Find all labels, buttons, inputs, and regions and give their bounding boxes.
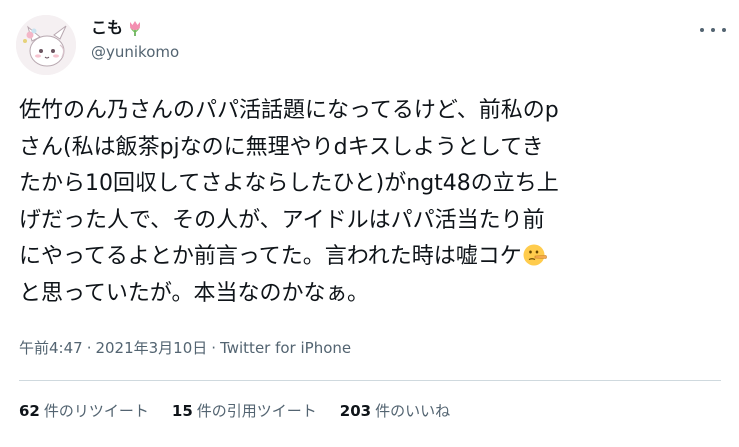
- tweet-text-line: たから10回収してさよならしたひと)がngt48の立ち上: [19, 171, 559, 196]
- user-name-block[interactable]: こも @yunikomo: [91, 17, 179, 62]
- tweet-date[interactable]: 2021年3月10日: [95, 339, 207, 357]
- likes-label: 件のいいね: [375, 402, 451, 420]
- tweet-meta: 午前4:47 · 2021年3月10日 · Twitter for iPhone: [19, 338, 351, 358]
- tweet-time[interactable]: 午前4:47: [19, 339, 83, 357]
- dot: [722, 28, 726, 32]
- tweet-text-line: げだった人で、その人が、アイドルはパパ活当たり前: [19, 207, 545, 233]
- user-handle[interactable]: @yunikomo: [91, 42, 179, 62]
- meta-separator: ·: [86, 339, 92, 357]
- tweet-text-line: 佐竹のん乃さんのパパ活話題になってるけど、前私のp: [19, 98, 559, 123]
- quote-tweets-label: 件の引用ツイート: [196, 402, 317, 420]
- more-options-icon[interactable]: [700, 20, 726, 40]
- display-name[interactable]: こも: [91, 17, 123, 39]
- tweet-text: 佐竹のん乃さんのパパ活話題になってるけど、前私のp さん(私は飯茶pjなのに無理…: [19, 93, 731, 312]
- tweet-text-line: さん(私は飯茶pjなのに無理やりdキスしようとしてき: [19, 134, 544, 160]
- retweets-label: 件のリツイート: [43, 402, 149, 420]
- tweet-card: こも @yunikomo 佐竹のん乃さんのパパ活話題になってるけど、前私のp さ…: [0, 0, 739, 447]
- tweet-text-line: と思っていたが。本当なのかなぁ。: [19, 280, 370, 306]
- quote-tweets-count: 15: [171, 402, 193, 420]
- tulip-icon: [126, 19, 144, 37]
- likes-count: 203: [339, 402, 372, 420]
- dot: [700, 28, 704, 32]
- tweet-text-line: にやってるよとか前言ってた。言われた時は嘘コケ: [19, 244, 522, 269]
- divider: [19, 380, 721, 381]
- retweets-stat[interactable]: 62 件のリツイート: [19, 401, 149, 421]
- dot: [711, 28, 715, 32]
- tweet-source-link[interactable]: Twitter for iPhone: [220, 339, 351, 357]
- retweets-count: 62: [19, 402, 40, 420]
- lying-face-icon: [523, 243, 547, 267]
- avatar-illustration: [16, 15, 76, 75]
- likes-stat[interactable]: 203 件のいいね: [340, 401, 450, 421]
- quote-tweets-stat[interactable]: 15 件の引用ツイート: [172, 401, 317, 421]
- tweet-text-line-5: にやってるよとか前言ってた。言われた時は嘘コケ: [19, 239, 731, 276]
- meta-separator: ·: [211, 339, 217, 357]
- tweet-stats: 62 件のリツイート 15 件の引用ツイート 203 件のいいね: [19, 401, 473, 421]
- avatar[interactable]: [16, 15, 76, 75]
